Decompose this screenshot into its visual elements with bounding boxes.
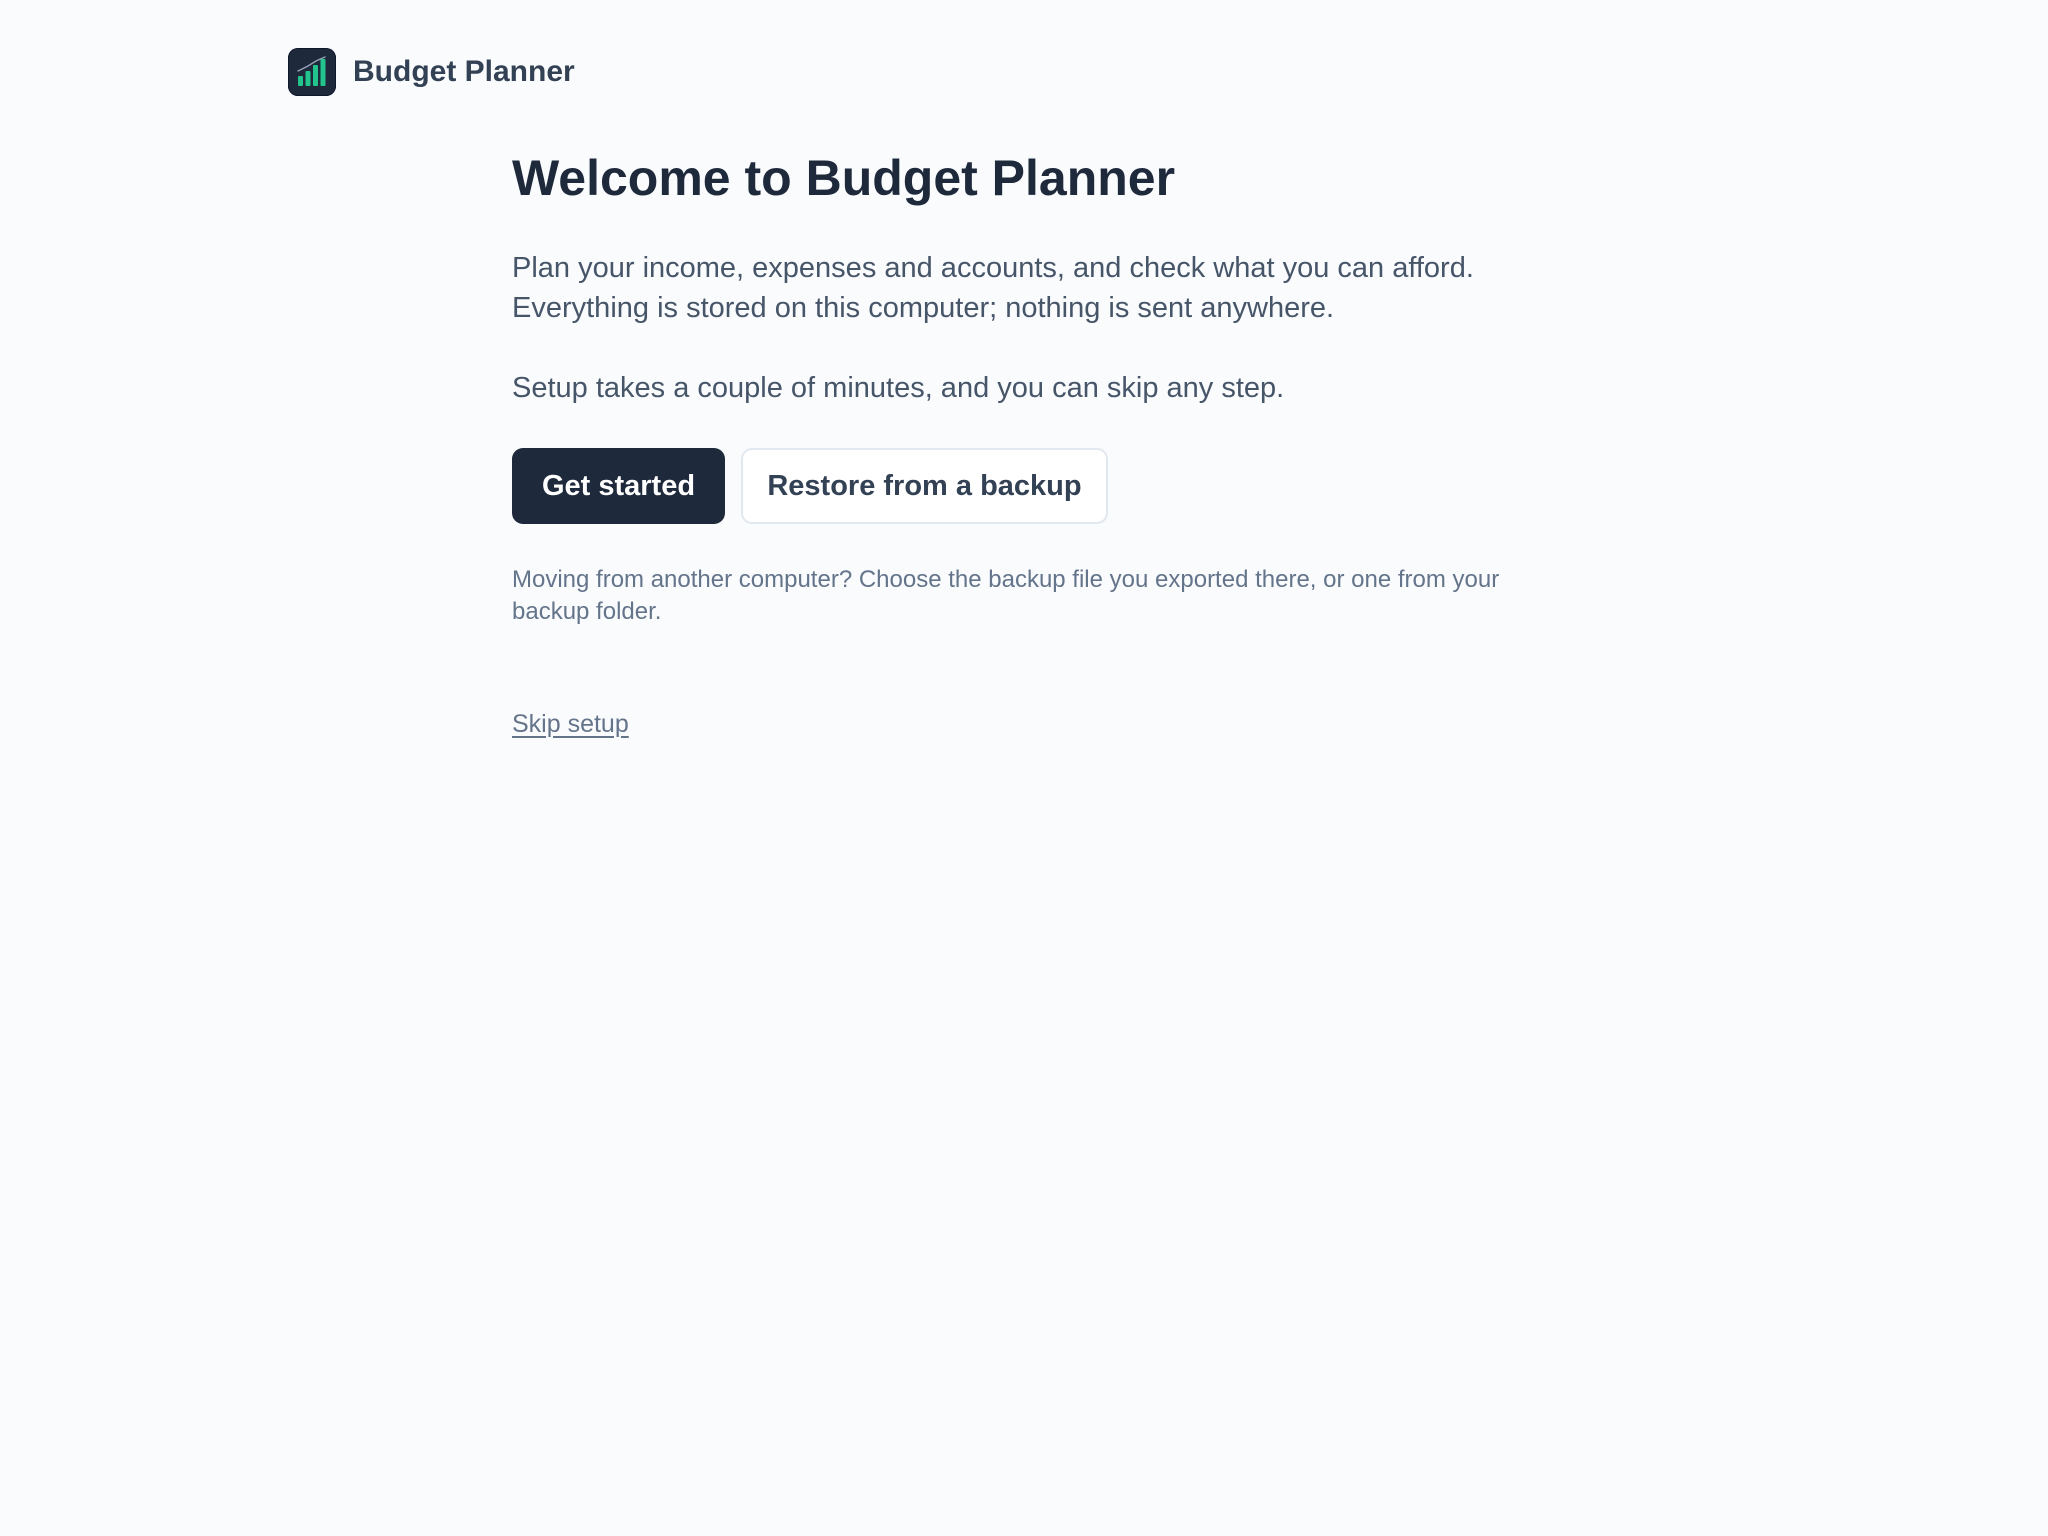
backup-hint: Moving from another computer? Choose the… — [512, 566, 1500, 625]
bar-chart-icon-graphic — [297, 56, 326, 86]
app-name: Budget Planner — [353, 55, 575, 88]
welcome-screen: Budget Planner Welcome to Budget Planner… — [0, 0, 2048, 1536]
action-buttons: Get started Restore from a backup — [512, 448, 1108, 524]
intro-line-2: Everything is stored on this computer; n… — [512, 292, 1335, 324]
skip-setup-link[interactable]: Skip setup — [512, 708, 629, 740]
setup-note: Setup takes a couple of minutes, and you… — [512, 372, 1285, 404]
bar-chart-icon — [288, 48, 336, 96]
app-brand: Budget Planner — [288, 48, 575, 96]
intro-text: Plan your income, expenses and accounts,… — [512, 248, 1474, 328]
get-started-button[interactable]: Get started — [512, 448, 725, 524]
intro-line-1: Plan your income, expenses and accounts,… — [512, 252, 1474, 284]
restore-backup-button[interactable]: Restore from a backup — [741, 448, 1108, 524]
page-title: Welcome to Budget Planner — [512, 150, 1176, 206]
